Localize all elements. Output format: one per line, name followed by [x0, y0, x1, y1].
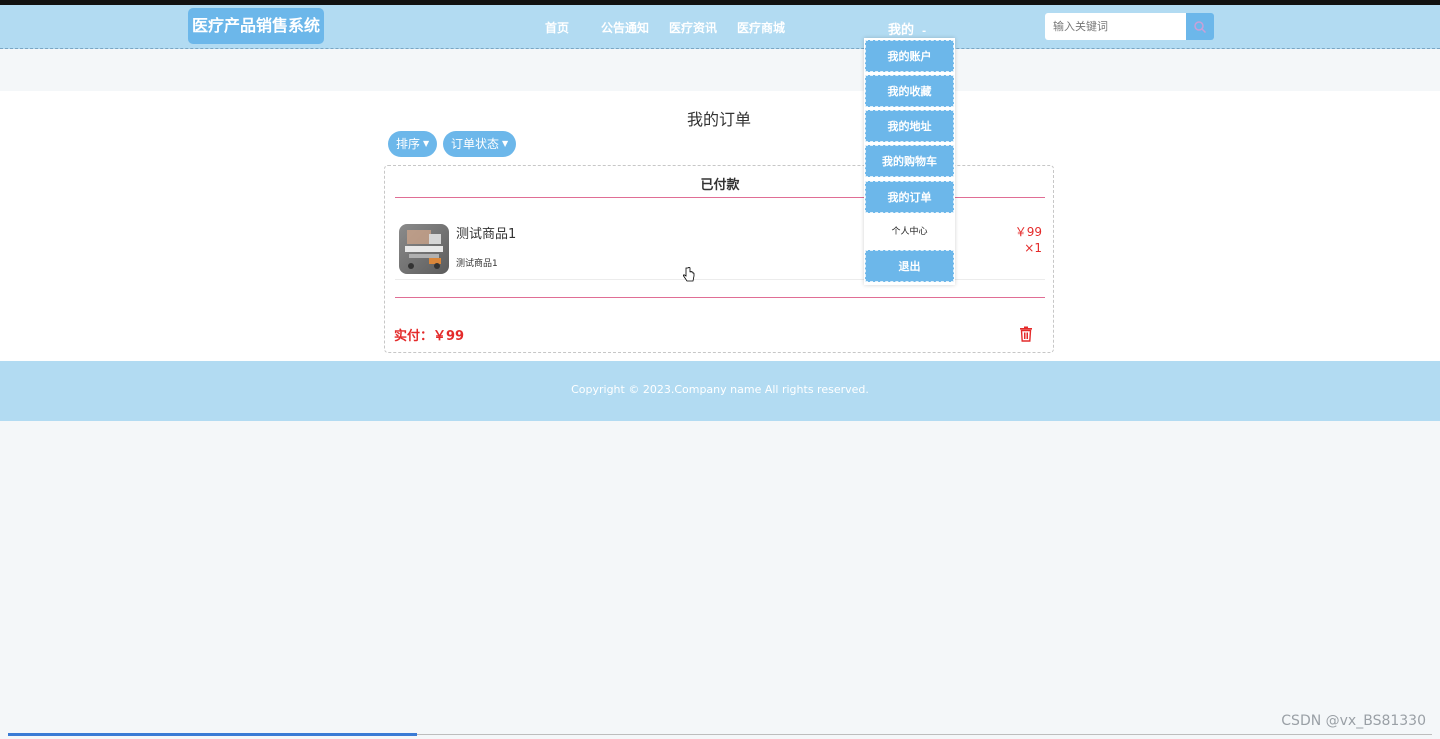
menu-logout[interactable]: 退出 [865, 250, 954, 282]
menu-my-favorites[interactable]: 我的收藏 [865, 75, 954, 107]
menu-my-account[interactable]: 我的账户 [865, 40, 954, 72]
delete-order-button[interactable] [1019, 326, 1033, 346]
caret-down-icon: ▼ [502, 139, 509, 148]
page-title: 我的订单 [686, 110, 751, 129]
sub-header-strip [0, 49, 1440, 91]
product-thumbnail[interactable] [399, 224, 449, 274]
product-subtitle: 测试商品1 [456, 259, 498, 269]
copyright-text: Copyright © 2023.Company name All rights… [571, 383, 869, 396]
menu-my-orders[interactable]: 我的订单 [865, 181, 954, 213]
nav-news[interactable]: 医疗资讯 [669, 19, 717, 36]
product-price: ￥99 [1014, 225, 1042, 239]
caret-down-icon: ▼ [423, 139, 430, 148]
product-name[interactable]: 测试商品1 [456, 223, 516, 242]
trash-icon [1020, 326, 1032, 342]
nav-home[interactable]: 首页 [545, 19, 569, 36]
order-status-dropdown-label: 订单状态 [451, 137, 500, 151]
paid-total: 实付：￥99 [394, 325, 464, 344]
order-status-dropdown[interactable]: 订单状态 ▼ [443, 131, 517, 157]
paid-label: 实付： [394, 329, 434, 344]
menu-personal-center[interactable]: 个人中心 [865, 216, 954, 248]
nav-mall[interactable]: 医疗商城 [737, 19, 785, 36]
header-bar: 医疗产品销售系统 首页 公告通知 医疗资讯 医疗商城 我的 - [0, 5, 1440, 49]
chevron-down-icon: - [922, 26, 927, 37]
search-button[interactable] [1186, 13, 1214, 40]
user-dropdown-menu: 我的账户 我的收藏 我的地址 我的购物车 我的订单 个人中心 退出 [864, 38, 955, 285]
sort-dropdown-label: 排序 [396, 137, 421, 151]
user-menu-toggle[interactable]: 我的 - [888, 19, 926, 38]
paid-amount: ￥99 [433, 329, 465, 344]
footer: Copyright © 2023.Company name All rights… [0, 361, 1440, 421]
search-input[interactable] [1045, 13, 1186, 40]
divider [395, 297, 1045, 298]
menu-my-address[interactable]: 我的地址 [865, 110, 954, 142]
hospital-bed-image [405, 230, 443, 269]
loading-progress-bar [8, 733, 417, 736]
progress-track [417, 734, 1432, 735]
user-menu-label: 我的 [888, 23, 915, 38]
search-icon [1194, 21, 1207, 34]
nav-notices[interactable]: 公告通知 [601, 19, 649, 36]
watermark: CSDN @vx_BS81330 [1281, 713, 1426, 729]
sort-dropdown[interactable]: 排序 ▼ [388, 131, 438, 157]
product-quantity: ×1 [1024, 241, 1042, 255]
brand-logo[interactable]: 医疗产品销售系统 [188, 8, 324, 44]
menu-my-cart[interactable]: 我的购物车 [865, 145, 954, 177]
pointer-cursor-icon [683, 267, 695, 282]
